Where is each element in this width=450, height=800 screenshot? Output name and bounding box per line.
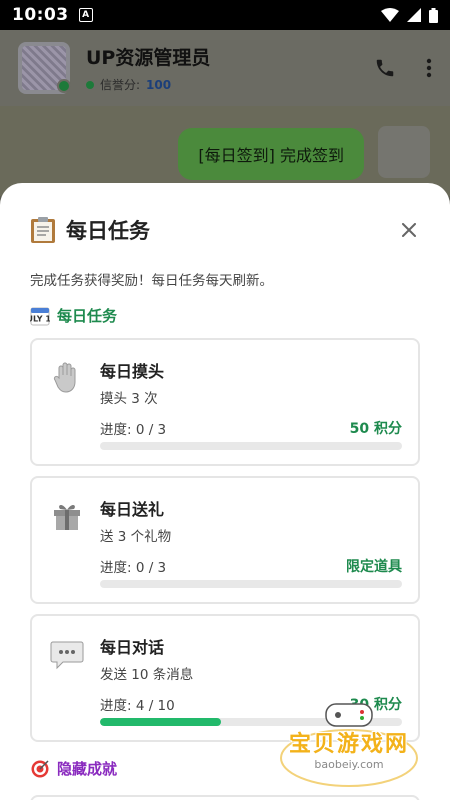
contact-name: UP资源管理员 [86,47,211,69]
watermark-url: baobeiy.com [314,758,384,771]
phone-icon[interactable] [374,57,396,79]
header-actions [374,57,432,79]
watermark: 宝贝游戏网 baobeiy.com [274,700,424,788]
task-card-partial [30,795,420,800]
gift-icon [54,504,80,530]
task-description: 摸头 3 次 [100,391,158,407]
hidden-section-label: 隐藏成就 [57,760,118,778]
contact-info: UP资源管理员 信誉分: 100 [86,43,210,93]
target-icon [31,759,49,777]
task-name: 每日送礼 [100,500,165,519]
close-icon[interactable] [402,223,416,237]
accessibility-icon: A [78,8,93,22]
task-card-gift[interactable]: 每日送礼 送 3 个礼物 进度: 0 / 3 限定道具 [30,476,420,604]
task-list: 每日摸头 摸头 3 次 进度: 0 / 3 50 积分 每日送礼 送 3 个礼物… [0,326,450,742]
sheet-title: 每日任务 [66,219,150,243]
calendar-icon: JULY 17 [30,307,50,325]
progress-bar [100,580,402,588]
hand-icon [53,362,76,393]
task-name: 每日摸头 [100,362,165,381]
calendar-icon-day: JULY 17 [30,314,50,323]
daily-section-title: JULY 17 每日任务 [0,289,450,326]
my-avatar[interactable] [378,126,430,178]
clipboard-icon [31,217,55,243]
task-reward: 50 积分 [349,421,402,437]
battery-icon [429,7,438,23]
status-icons [381,7,438,23]
sheet-description: 完成任务获得奖励！每日任务每天刷新。 [30,273,273,289]
task-progress-text: 进度: 0 / 3 [100,560,167,576]
online-status-indicator [57,79,71,93]
speech-bubble-icon [50,641,84,670]
credit-score: 信誉分: 100 [86,76,210,93]
task-name: 每日对话 [100,638,165,657]
signal-icon [407,8,421,22]
task-description: 送 3 个礼物 [100,529,172,545]
daily-section-label: 每日任务 [57,307,118,325]
status-time: 10:03 [12,5,69,25]
task-card-head-pat[interactable]: 每日摸头 摸头 3 次 进度: 0 / 3 50 积分 [30,338,420,466]
watermark-title: 宝贝游戏网 [288,732,409,757]
sent-message-bubble[interactable]: [每日签到] 完成签到 [178,128,364,180]
task-reward: 限定道具 [346,559,402,575]
task-progress-text: 进度: 4 / 10 [100,698,175,714]
task-description: 发送 10 条消息 [100,667,194,683]
sheet-header: 每日任务 [0,183,450,245]
progress-bar-fill [100,718,221,726]
credit-label: 信誉分: [100,78,141,92]
progress-bar [100,442,402,450]
wifi-icon [381,8,399,22]
status-bar: 10:03 A [0,0,450,30]
task-progress-text: 进度: 0 / 3 [100,422,167,438]
chat-header: UP资源管理员 信誉分: 100 [0,30,450,106]
credit-dot-icon [86,80,94,89]
close-button[interactable] [398,219,420,241]
more-vertical-icon[interactable] [426,58,432,78]
credit-value: 100 [146,77,172,92]
